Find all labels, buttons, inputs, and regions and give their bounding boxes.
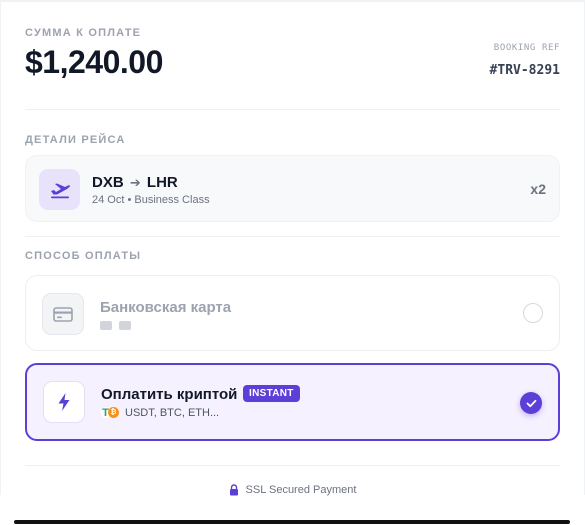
crypto-selected-check-icon[interactable]: [520, 392, 542, 414]
left-border: [0, 0, 1, 495]
lock-icon: [229, 484, 238, 496]
btc-coin-icon: ₿: [108, 407, 119, 418]
ssl-notice: SSL Secured Payment: [0, 484, 585, 496]
booking-ref-value: #TRV-8291: [489, 63, 560, 78]
plane-takeoff-icon: [39, 169, 80, 210]
divider: [25, 109, 560, 110]
card-option-title: Банковская карта: [100, 299, 232, 316]
payment-option-card[interactable]: Банковская карта: [25, 275, 560, 351]
flight-route: DXB ➔ LHR: [92, 174, 178, 191]
credit-card-icon: [42, 293, 84, 335]
origin-code: DXB: [92, 174, 124, 191]
lightning-icon: [43, 381, 85, 423]
flight-details: 24 Oct • Business Class: [92, 194, 210, 206]
crypto-currency-list: USDT, BTC, ETH...: [125, 407, 220, 419]
amount-label: СУММА К ОПЛАТЕ: [25, 27, 142, 39]
amount-value: $1,240.00: [25, 44, 163, 80]
destination-code: LHR: [146, 174, 178, 191]
bottom-edge: [14, 520, 570, 524]
visa-logo-icon: [100, 321, 112, 330]
divider: [25, 236, 560, 237]
passenger-count: x2: [530, 181, 546, 197]
instant-badge: INSTANT: [243, 385, 300, 402]
card-brand-logos: [100, 321, 131, 330]
top-border: [0, 0, 585, 2]
ssl-text: SSL Secured Payment: [245, 484, 357, 496]
divider: [25, 465, 560, 466]
card-radio[interactable]: [523, 303, 543, 323]
booking-ref-label: BOOKING REF: [493, 43, 560, 53]
payment-section-label: СПОСОБ ОПЛАТЫ: [25, 250, 142, 262]
crypto-option-title: Оплатить криптой: [101, 386, 238, 403]
payment-option-crypto[interactable]: Оплатить криптой INSTANT T ₿ USDT, BTC, …: [25, 363, 560, 441]
mastercard-logo-icon: [119, 321, 131, 330]
flight-section-label: ДЕТАЛИ РЕЙСА: [25, 134, 126, 146]
flight-card: DXB ➔ LHR 24 Oct • Business Class x2: [25, 155, 560, 222]
route-arrow: ➔: [129, 175, 141, 190]
crypto-coin-icons: T ₿: [101, 407, 119, 419]
